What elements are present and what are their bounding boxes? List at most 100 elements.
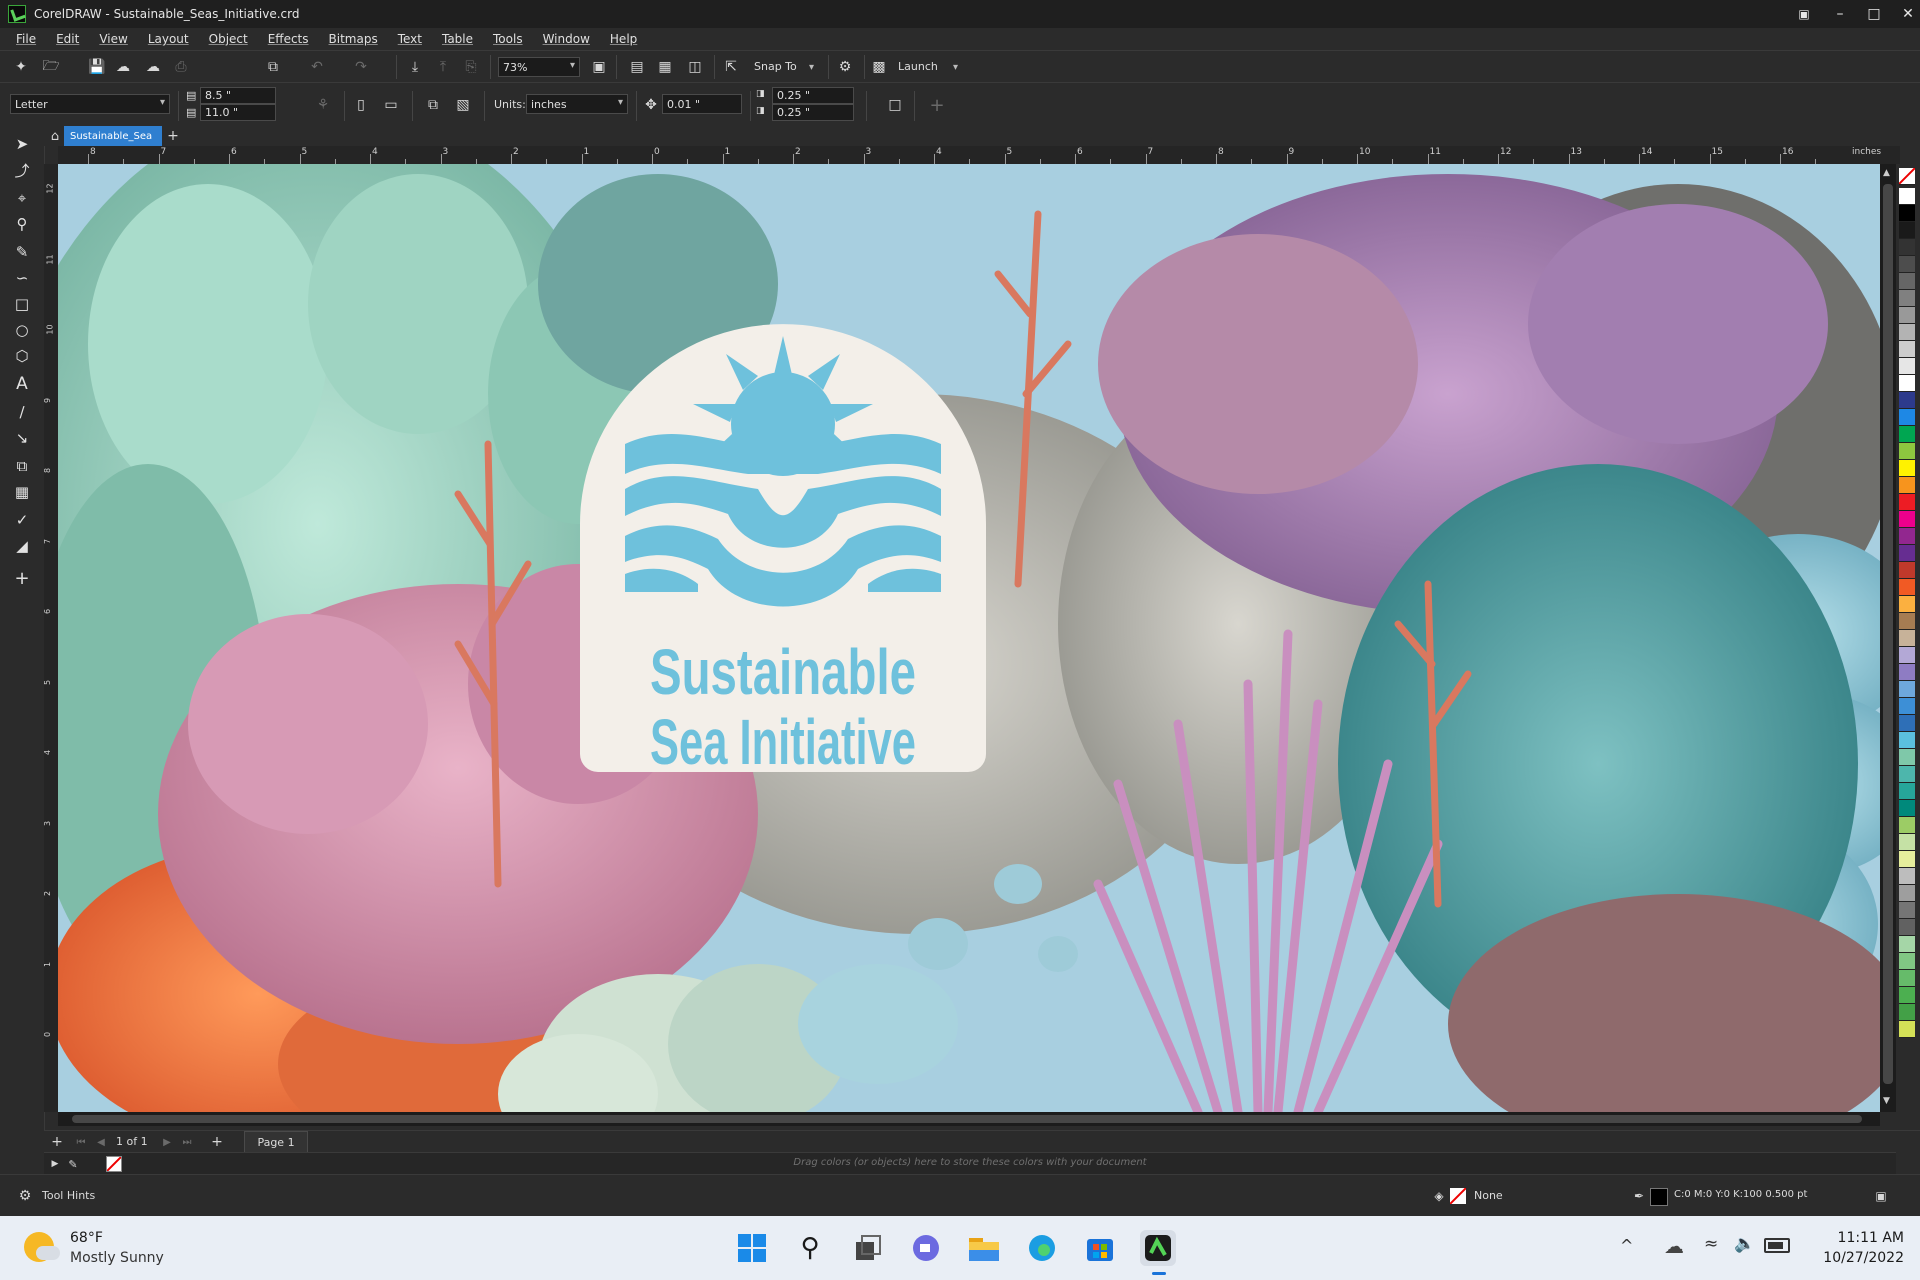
add-page-after-icon[interactable]: + — [206, 1131, 228, 1153]
palette-swatch[interactable] — [1899, 545, 1915, 562]
units-select[interactable]: inches — [526, 94, 628, 114]
palette-swatch[interactable] — [1899, 953, 1915, 970]
palette-swatch[interactable] — [1899, 868, 1915, 885]
zoom-level-select[interactable]: 73% — [498, 57, 580, 77]
document-tab[interactable]: Sustainable_Sea — [64, 126, 162, 146]
menu-help[interactable]: Help — [610, 32, 637, 46]
palette-swatch[interactable] — [1899, 307, 1915, 324]
palette-swatch[interactable] — [1899, 188, 1915, 205]
coreldraw-taskbar-icon[interactable] — [1140, 1230, 1176, 1275]
palette-swatch[interactable] — [1899, 239, 1915, 256]
palette-swatch[interactable] — [1899, 936, 1915, 953]
palette-swatch[interactable] — [1899, 205, 1915, 222]
crop-tool-icon[interactable]: ⌖ — [10, 186, 34, 210]
palette-swatch[interactable] — [1899, 477, 1915, 494]
palette-swatch[interactable] — [1899, 749, 1915, 766]
palette-swatch[interactable] — [1899, 834, 1915, 851]
show-hidden-icons-chevron-icon[interactable]: ^ — [1620, 1236, 1633, 1255]
fill-none-swatch[interactable] — [1449, 1187, 1467, 1205]
last-page-icon[interactable]: ⏭ — [176, 1131, 198, 1153]
palette-swatch[interactable] — [1899, 528, 1915, 545]
copy-icon[interactable]: ⧉ — [262, 56, 284, 78]
page-frame-icon[interactable]: □ — [884, 94, 906, 116]
palette-swatch[interactable] — [1899, 664, 1915, 681]
file-explorer-icon[interactable] — [966, 1230, 1002, 1266]
current-page-icon[interactable]: ▧ — [452, 94, 474, 116]
weather-sun-icon[interactable] — [24, 1232, 60, 1262]
palette-swatch[interactable] — [1899, 392, 1915, 409]
palette-swatch[interactable] — [1899, 613, 1915, 630]
freehand-tool-icon[interactable]: ✎ — [10, 240, 34, 264]
drop-shadow-icon[interactable]: ⧉ — [10, 454, 34, 478]
palette-swatch[interactable] — [1899, 222, 1915, 239]
shape-tool-icon[interactable]: ⤴ — [10, 158, 34, 182]
no-fill-swatch[interactable] — [1898, 167, 1916, 185]
export-icon[interactable]: ⤒ — [432, 56, 454, 78]
parallel-dimension-icon[interactable]: ∕ — [10, 400, 34, 424]
zoom-to-page-icon[interactable]: ▣ — [588, 56, 610, 78]
palette-swatch[interactable] — [1899, 324, 1915, 341]
page-height-field[interactable]: 11.0 " — [200, 104, 276, 121]
menu-effects[interactable]: Effects — [268, 32, 309, 46]
scroll-up-icon[interactable]: ▲ — [1883, 168, 1890, 178]
palette-swatch[interactable] — [1899, 647, 1915, 664]
menu-layout[interactable]: Layout — [148, 32, 189, 46]
color-proofing-icon[interactable]: ▣ — [1870, 1185, 1892, 1207]
page-size-select[interactable]: Letter — [10, 94, 170, 114]
menu-text[interactable]: Text — [398, 32, 422, 46]
palette-swatch[interactable] — [1899, 902, 1915, 919]
next-page-icon[interactable]: ▶ — [156, 1131, 178, 1153]
weather-description[interactable]: Mostly Sunny — [70, 1250, 164, 1266]
landscape-icon[interactable]: ▭ — [380, 94, 402, 116]
undo-icon[interactable]: ↶ — [306, 56, 328, 78]
edge-browser-icon[interactable] — [1024, 1230, 1060, 1266]
palette-swatch[interactable] — [1899, 987, 1915, 1004]
clock-time[interactable]: 11:11 AM — [1810, 1230, 1904, 1246]
vertical-scroll-thumb[interactable] — [1883, 184, 1893, 1084]
artistic-media-icon[interactable]: ∽ — [10, 266, 34, 290]
menu-tools[interactable]: Tools — [493, 32, 523, 46]
palette-swatch[interactable] — [1899, 426, 1915, 443]
polygon-tool-icon[interactable]: ⬡ — [10, 344, 34, 368]
previous-page-icon[interactable]: ◀ — [90, 1131, 112, 1153]
vertical-scrollbar[interactable]: ▲ ▼ — [1880, 164, 1896, 1112]
first-page-icon[interactable]: ⏮ — [70, 1131, 92, 1153]
add-button-icon[interactable]: + — [926, 94, 948, 116]
add-page-before-icon[interactable]: + — [46, 1131, 68, 1153]
palette-swatch[interactable] — [1899, 511, 1915, 528]
task-view-icon[interactable] — [850, 1230, 886, 1266]
palette-swatch[interactable] — [1899, 460, 1915, 477]
open-folder-icon[interactable]: 🗁 — [40, 56, 62, 78]
print-icon[interactable]: ⎙ — [170, 56, 192, 78]
tool-hints-label[interactable]: Tool Hints — [42, 1189, 95, 1202]
show-guidelines-icon[interactable]: ◫ — [684, 56, 706, 78]
show-grid-icon[interactable]: ▦ — [654, 56, 676, 78]
palette-swatch[interactable] — [1899, 817, 1915, 834]
menu-table[interactable]: Table — [442, 32, 473, 46]
palette-swatch[interactable] — [1899, 885, 1915, 902]
palette-swatch[interactable] — [1899, 715, 1915, 732]
tool-hints-gear-icon[interactable]: ⚙ — [14, 1185, 36, 1207]
palette-swatch[interactable] — [1899, 579, 1915, 596]
ellipse-tool-icon[interactable]: ○ — [10, 318, 34, 342]
menu-bitmaps[interactable]: Bitmaps — [329, 32, 378, 46]
launch-dropdown[interactable]: Launch — [898, 60, 962, 76]
horizontal-scrollbar[interactable] — [58, 1112, 1880, 1126]
launch-icon[interactable]: ▩ — [868, 56, 890, 78]
eyedropper-icon[interactable]: ✓ — [10, 508, 34, 532]
rectangle-tool-icon[interactable]: □ — [10, 292, 34, 316]
connector-tool-icon[interactable]: ↘ — [10, 426, 34, 450]
nudge-distance-field[interactable]: 0.01 " — [662, 94, 742, 114]
cloud-upload-icon[interactable]: ☁ — [112, 56, 134, 78]
cloud-share-icon[interactable]: ☁ — [142, 56, 164, 78]
palette-swatch[interactable] — [1899, 783, 1915, 800]
palette-swatch[interactable] — [1899, 970, 1915, 987]
weather-temperature[interactable]: 68°F — [70, 1230, 103, 1246]
clock-date[interactable]: 10/27/2022 — [1810, 1250, 1904, 1266]
full-screen-preview-icon[interactable]: ▤ — [626, 56, 648, 78]
palette-swatch[interactable] — [1899, 1021, 1915, 1038]
drawing-canvas[interactable]: Sustainable Sea Initiative — [58, 164, 1880, 1112]
palette-swatch[interactable] — [1899, 358, 1915, 375]
snap-to-icon[interactable]: ⇱ — [720, 56, 742, 78]
battery-icon[interactable] — [1764, 1238, 1790, 1253]
